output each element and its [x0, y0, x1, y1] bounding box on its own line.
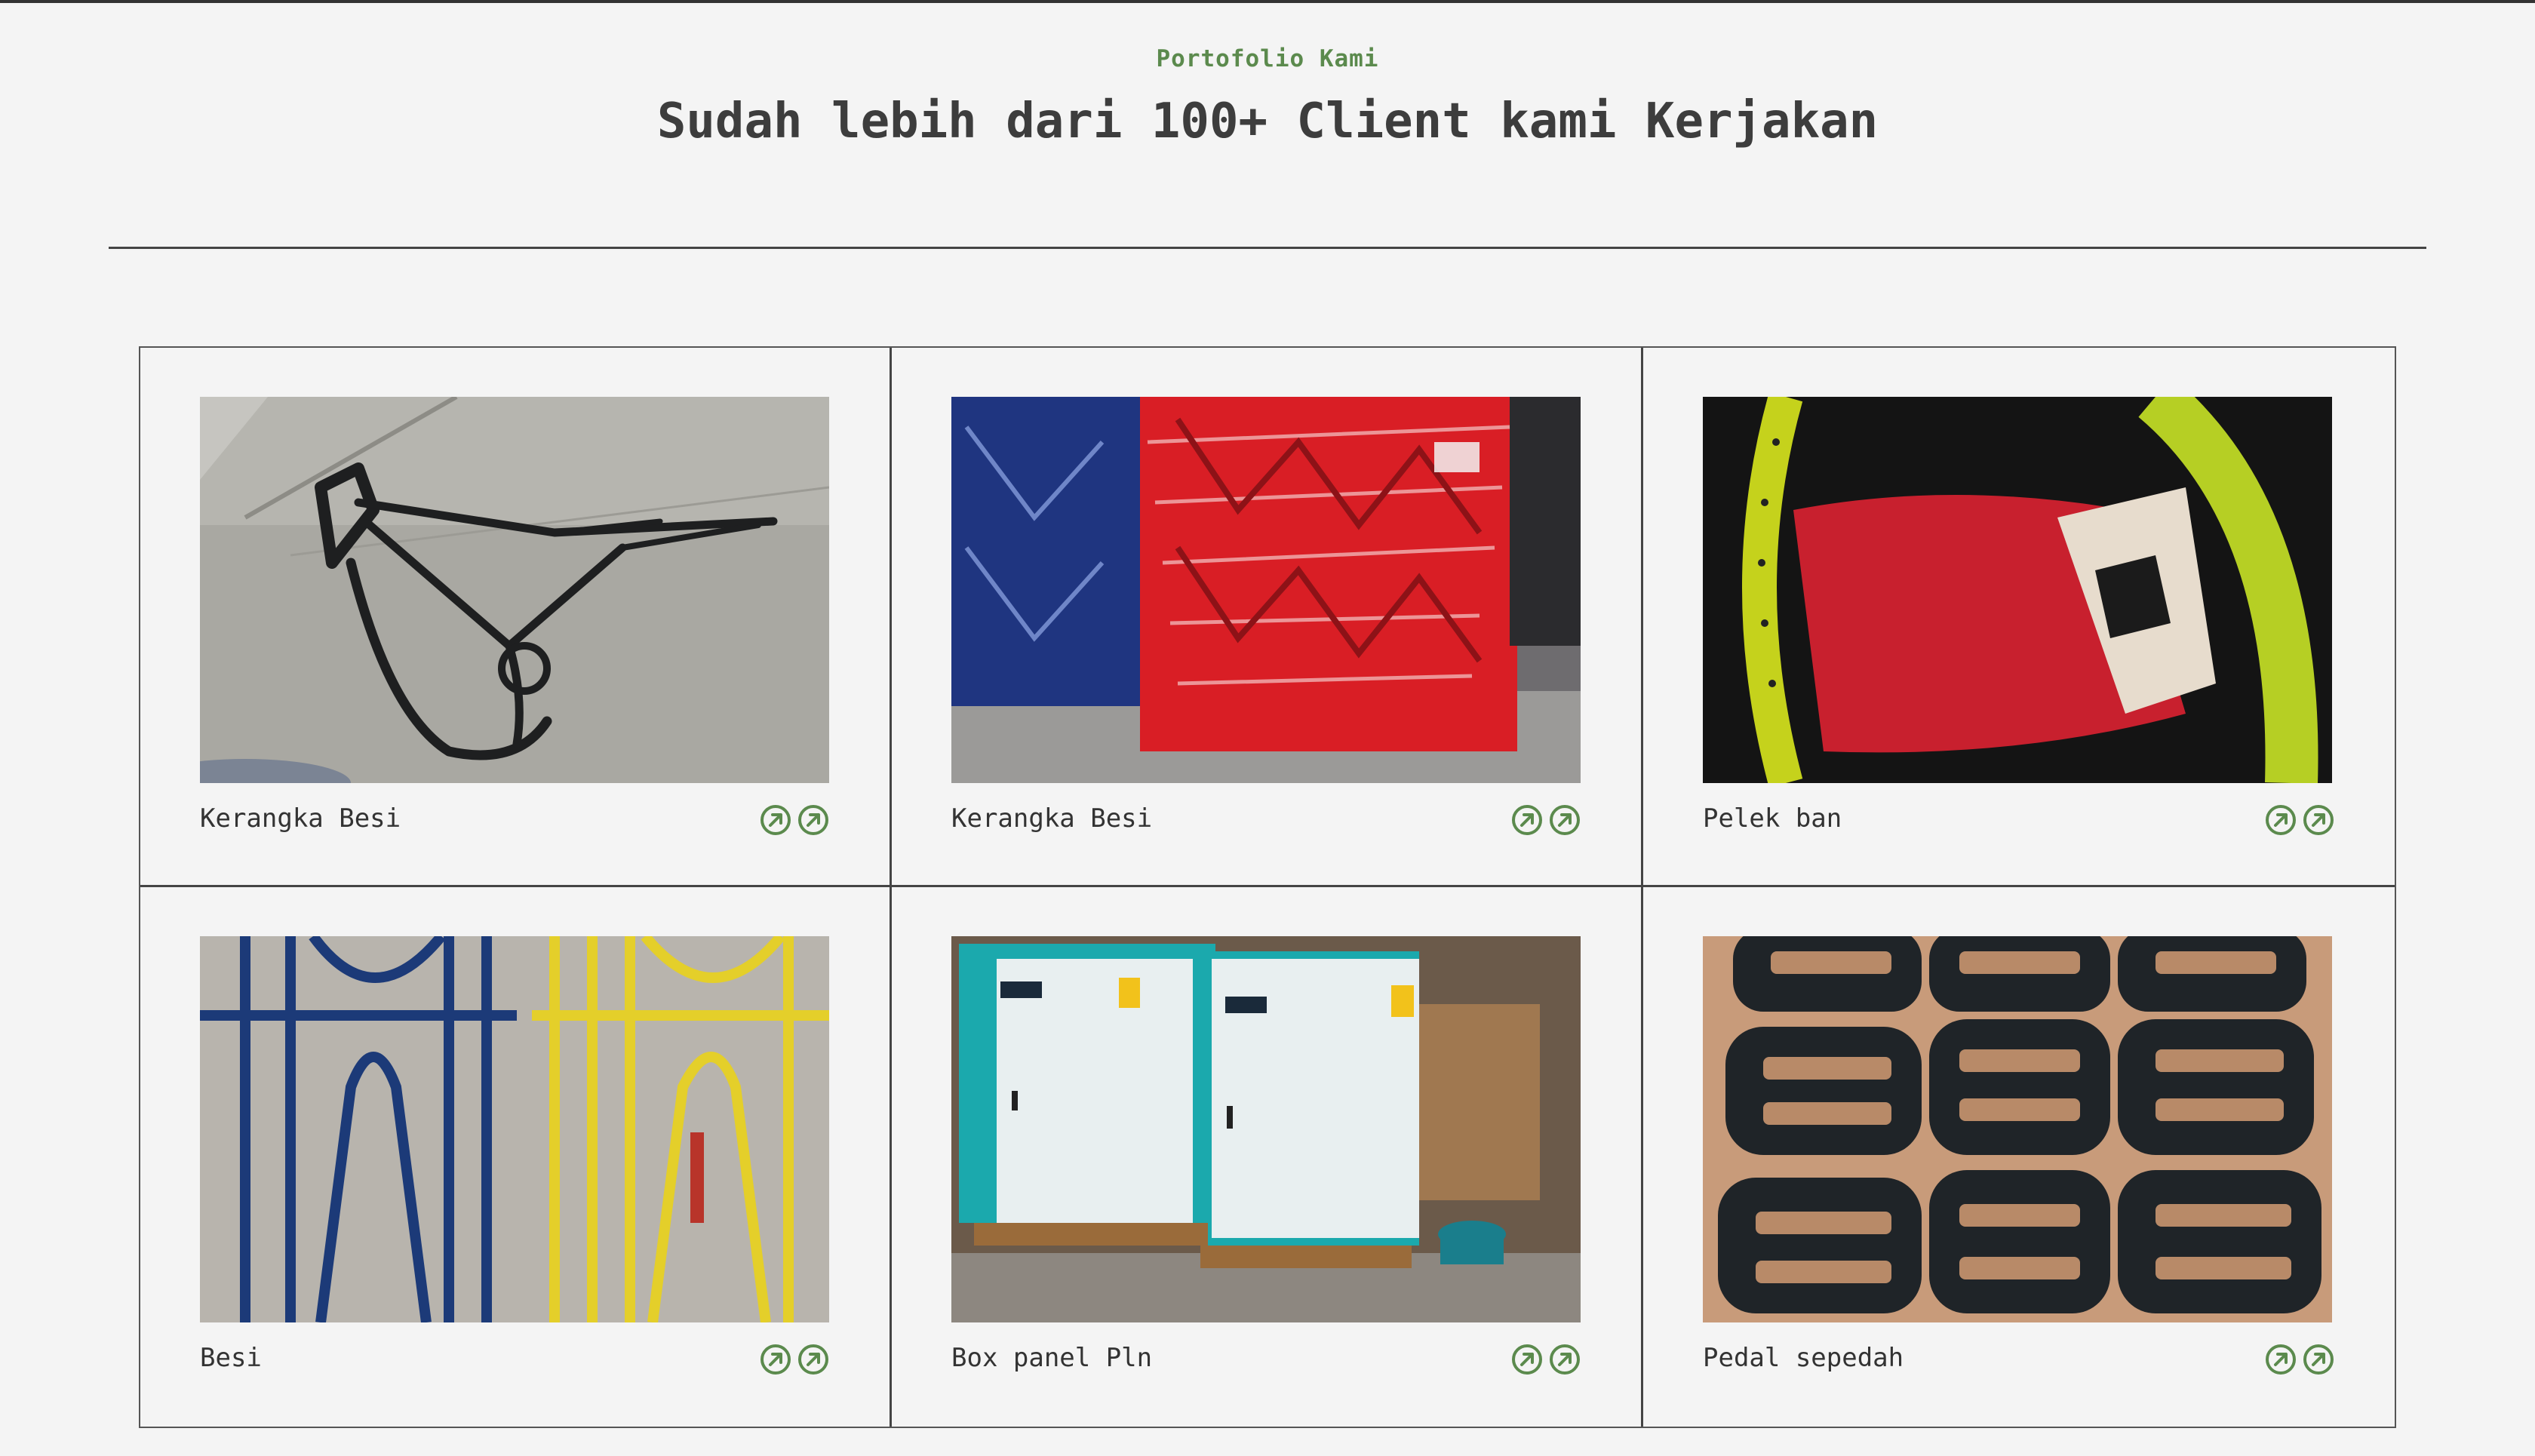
portfolio-card[interactable]: Box panel Pln [892, 887, 1643, 1427]
black-bicycle-pedals-photo[interactable] [1703, 936, 2332, 1322]
external-link-icon[interactable] [759, 803, 792, 837]
card-caption: Pelek ban [1703, 803, 1842, 834]
card-caption: Besi [200, 1343, 262, 1373]
portfolio-card[interactable]: Pelek ban [1643, 348, 2395, 887]
external-link-icon[interactable] [1548, 803, 1581, 837]
blue-yellow-iron-grilles-photo[interactable] [200, 936, 829, 1322]
external-link-icon[interactable] [1548, 1343, 1581, 1376]
external-link-icon[interactable] [2264, 1343, 2297, 1376]
card-caption: Box panel Pln [951, 1343, 1153, 1373]
portfolio-grid: Kerangka Besi Kerangka Besi Pelek ban Be… [139, 346, 2396, 1428]
section-eyebrow: Portofolio Kami [1156, 45, 1379, 72]
pln-charging-panel-boxes-photo[interactable] [951, 936, 1581, 1322]
yellow-green-rims-photo[interactable] [1703, 397, 2332, 783]
portfolio-card[interactable]: Kerangka Besi [892, 348, 1643, 887]
portfolio-card[interactable]: Besi [140, 887, 892, 1427]
portfolio-card[interactable]: Pedal sepedah [1643, 887, 2395, 1427]
portfolio-card[interactable]: Kerangka Besi [140, 348, 892, 887]
card-caption: Kerangka Besi [200, 803, 401, 834]
external-link-icon[interactable] [1510, 803, 1544, 837]
section-divider [109, 247, 2426, 249]
external-link-icon[interactable] [1510, 1343, 1544, 1376]
external-link-icon[interactable] [759, 1343, 792, 1376]
external-link-icon[interactable] [2302, 803, 2335, 837]
black-motorcycle-frame-photo[interactable] [200, 397, 829, 783]
external-link-icon[interactable] [2264, 803, 2297, 837]
card-caption: Pedal sepedah [1703, 1343, 1904, 1373]
external-link-icon[interactable] [797, 803, 830, 837]
card-caption: Kerangka Besi [951, 803, 1153, 834]
red-and-blue-frames-stack-photo[interactable] [951, 397, 1581, 783]
external-link-icon[interactable] [797, 1343, 830, 1376]
section-title: Sudah lebih dari 100+ Client kami Kerjak… [656, 94, 1879, 149]
top-border-line [0, 0, 2535, 3]
external-link-icon[interactable] [2302, 1343, 2335, 1376]
